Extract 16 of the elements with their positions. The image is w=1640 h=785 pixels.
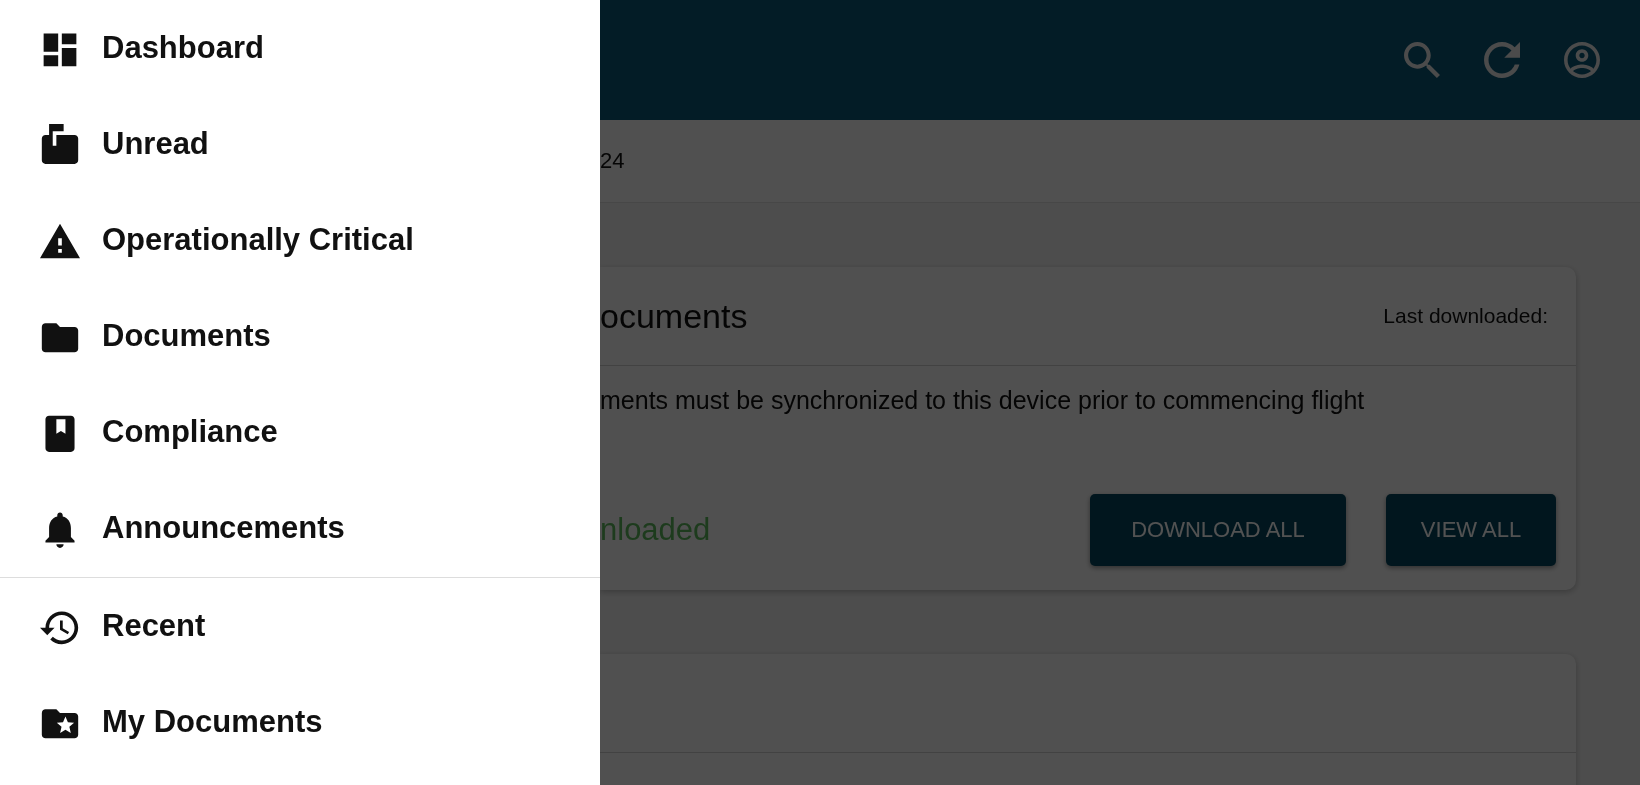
nav-item[interactable]: Announcements	[0, 480, 600, 576]
sync-message: ments must be synchronized to this device prior to commencing flight	[600, 385, 1366, 416]
search-icon[interactable]	[1404, 42, 1440, 78]
account-icon[interactable]	[1564, 42, 1600, 78]
mailbox-icon	[40, 124, 80, 164]
last-downloaded-label: Last downloaded:	[1383, 304, 1548, 328]
card-title: ocuments	[600, 296, 748, 336]
nav-item[interactable]: Operationally Critical	[0, 192, 600, 288]
refresh-icon[interactable]	[1484, 42, 1520, 78]
breadcrumb-text: 24	[600, 148, 625, 174]
nav-item[interactable]: Unread	[0, 96, 600, 192]
nav-item[interactable]: My Documents	[0, 674, 600, 770]
nav-item[interactable]: Dashboard	[0, 0, 600, 96]
nav-item[interactable]: Recent	[0, 578, 600, 674]
nav-item[interactable]: Documents	[0, 288, 600, 384]
nav-item[interactable]: Compliance	[0, 384, 600, 480]
